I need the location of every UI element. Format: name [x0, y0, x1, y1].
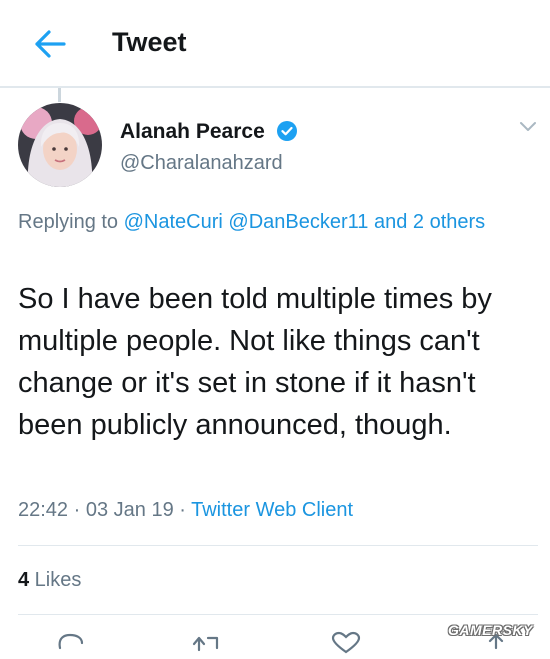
tweet-menu-button[interactable] [518, 120, 538, 134]
back-button[interactable] [28, 24, 72, 64]
tweet-text: So I have been told multiple times by mu… [18, 283, 492, 441]
author-handle[interactable]: @Charalanahzard [120, 152, 283, 175]
reply-icon [58, 633, 84, 650]
tweet-metadata: 22:42 · 03 Jan 19 · Twitter Web Client [18, 499, 353, 522]
likes-label: Likes [29, 569, 82, 591]
tweet-client-link[interactable]: Twitter Web Client [191, 499, 353, 521]
avatar-image [18, 103, 102, 187]
page-title: Tweet [112, 27, 187, 57]
replying-to: Replying to @NateCuri @DanBecker11 and 2… [18, 207, 498, 238]
avatar[interactable] [18, 103, 102, 187]
watermark: GAMERSKY [448, 622, 533, 638]
author-name[interactable]: Alanah Pearce [120, 120, 265, 144]
reply-button[interactable] [52, 630, 88, 654]
mention-link[interactable]: @NateCuri [124, 211, 223, 233]
likes-count[interactable]: 4 Likes [18, 569, 81, 592]
divider [18, 614, 538, 615]
retweet-icon [192, 636, 219, 652]
tweet-date[interactable]: 03 Jan 19 [86, 499, 174, 521]
meta-separator: · [68, 499, 86, 521]
thread-connector [58, 88, 61, 102]
meta-separator: · [173, 499, 192, 521]
like-button[interactable] [328, 630, 364, 654]
like-icon [331, 631, 361, 654]
back-arrow-icon [35, 30, 66, 58]
others-link[interactable]: and 2 others [374, 211, 485, 233]
retweet-button[interactable] [188, 630, 224, 654]
tweet-time[interactable]: 22:42 [18, 499, 68, 521]
verified-badge-icon [276, 120, 298, 142]
replying-to-label: Replying to [18, 211, 124, 233]
divider [18, 545, 538, 546]
mention-link[interactable]: @DanBecker11 [228, 211, 368, 233]
chevron-down-icon [520, 122, 536, 131]
likes-number: 4 [18, 569, 30, 591]
top-bar: Tweet [0, 0, 550, 88]
